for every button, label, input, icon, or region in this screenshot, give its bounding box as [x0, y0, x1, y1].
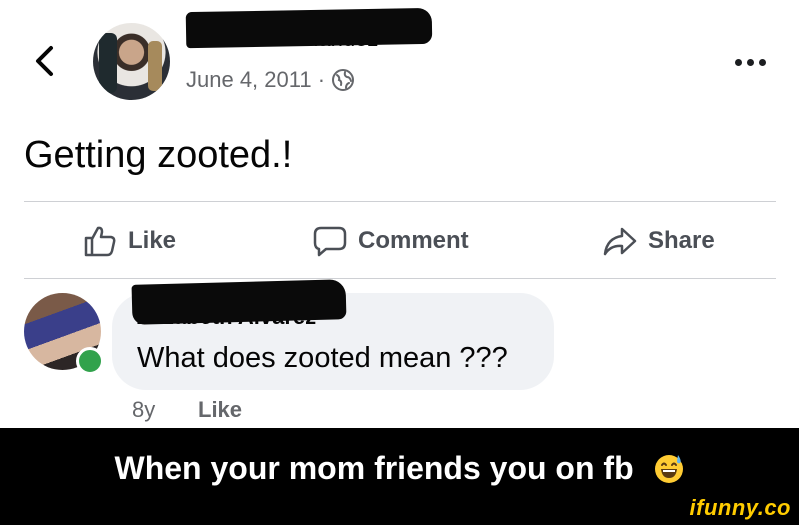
- like-button[interactable]: Like: [82, 222, 176, 260]
- globe-icon: [332, 69, 355, 91]
- share-label: Share: [648, 227, 715, 254]
- comment-text: What does zooted mean ???: [137, 342, 508, 374]
- divider: [24, 201, 776, 202]
- more-dots-icon[interactable]: [735, 55, 769, 69]
- caption: When your mom friends you on fb: [0, 450, 799, 487]
- redaction-scribble: [185, 7, 433, 49]
- redaction-scribble: [131, 279, 347, 325]
- divider: [24, 278, 776, 279]
- ifunny-watermark: ifunny.co: [689, 495, 791, 520]
- post-date[interactable]: June 4, 2011 ·: [186, 67, 325, 93]
- comment-like-button[interactable]: Like: [198, 397, 242, 423]
- share-button[interactable]: Share: [602, 222, 715, 260]
- author-name-redacted[interactable]: Antonio Hernandez: [185, 7, 436, 62]
- comment-bubble-icon: [313, 226, 347, 257]
- author-avatar[interactable]: [93, 23, 170, 100]
- post-meta: June 4, 2011 ·: [186, 66, 355, 94]
- like-label: Like: [128, 227, 177, 254]
- grinning-sweat-emoji-icon: [654, 455, 683, 483]
- commenter-name-redacted[interactable]: Elizabeth Alvarez: [131, 279, 348, 330]
- back-chevron-icon[interactable]: [30, 44, 58, 78]
- comment-timestamp[interactable]: 8y: [132, 397, 155, 423]
- caption-text: When your mom friends you on fb: [114, 450, 634, 486]
- comment-button[interactable]: Comment: [312, 222, 469, 260]
- comment-label: Comment: [358, 227, 469, 254]
- share-arrow-icon: [603, 227, 637, 256]
- caption-bar: When your mom friends you on fb ifunny.c…: [0, 428, 799, 525]
- online-status-dot: [76, 347, 104, 375]
- thumbs-up-icon: [84, 226, 116, 257]
- post-text: Getting zooted.!: [24, 134, 293, 176]
